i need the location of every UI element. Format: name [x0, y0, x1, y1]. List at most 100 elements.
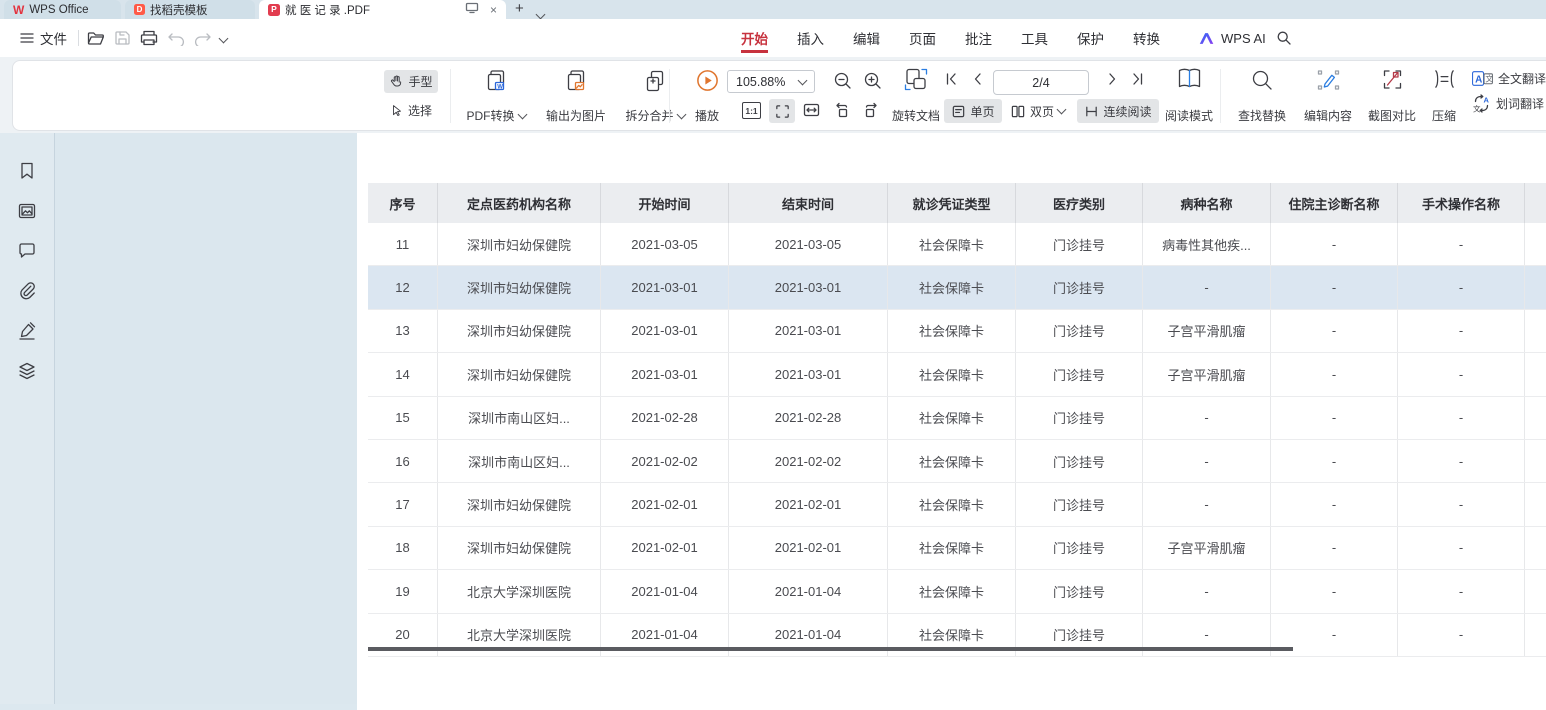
attachments-panel-button[interactable] — [17, 281, 37, 301]
rotate-right-button[interactable] — [861, 101, 880, 124]
bookmarks-panel-button[interactable] — [17, 161, 37, 181]
table-row[interactable]: 11深圳市妇幼保健院2021-03-052021-03-05社会保障卡门诊挂号病… — [368, 223, 1546, 266]
tab-docer[interactable]: D 找稻壳模板 — [125, 0, 255, 19]
table-cell: 2021-02-28 — [601, 397, 729, 439]
menu-6[interactable]: 保护 — [1077, 19, 1104, 57]
wps-ai-button[interactable]: WPS AI — [1198, 19, 1266, 57]
book-icon — [1176, 66, 1203, 91]
export-image-button[interactable]: 输出为图片 — [536, 68, 616, 124]
full-translate-button[interactable]: A 文 全文翻译 — [1471, 69, 1546, 88]
table-row[interactable]: 16深圳市南山区妇...2021-02-022021-02-02社会保障卡门诊挂… — [368, 440, 1546, 483]
table-cell: 16 — [368, 440, 438, 482]
table-cell: 深圳市妇幼保健院 — [438, 266, 601, 308]
present-to-screen-icon[interactable] — [465, 2, 479, 17]
rotate-left-button[interactable] — [833, 101, 852, 124]
pdf-page[interactable]: 序号定点医药机构名称开始时间结束时间就诊凭证类型医疗类别病种名称住院主诊断名称手… — [357, 133, 1546, 710]
layers-icon — [17, 361, 37, 381]
play-icon — [695, 68, 720, 93]
edit-content-button[interactable]: 编辑内容 — [1295, 68, 1361, 124]
search-menu-button[interactable] — [1276, 19, 1292, 57]
comments-panel-button[interactable] — [17, 241, 37, 261]
comment-icon — [17, 241, 37, 260]
table-cell — [1525, 223, 1546, 265]
menu-3[interactable]: 页面 — [909, 19, 936, 57]
folder-open-icon — [86, 29, 106, 47]
rotate-document-button[interactable]: 旋转文档 — [881, 66, 951, 124]
table-row[interactable]: 17深圳市妇幼保健院2021-02-012021-02-01社会保障卡门诊挂号-… — [368, 483, 1546, 526]
undo-button[interactable] — [167, 19, 186, 57]
table-row[interactable]: 18深圳市妇幼保健院2021-02-012021-02-01社会保障卡门诊挂号子… — [368, 527, 1546, 570]
table-row[interactable]: 15深圳市南山区妇...2021-02-282021-02-28社会保障卡门诊挂… — [368, 397, 1546, 440]
rotate-left-icon — [833, 101, 852, 119]
fit-page-button[interactable] — [802, 101, 821, 124]
table-row[interactable]: 13深圳市妇幼保健院2021-03-012021-03-01社会保障卡门诊挂号子… — [368, 310, 1546, 353]
continuous-read-button[interactable]: 连续阅读 — [1077, 99, 1159, 123]
read-mode-button[interactable]: 阅读模式 — [1151, 66, 1227, 124]
table-cell: 2021-03-05 — [729, 223, 888, 265]
page-number-input[interactable]: 2/4 — [993, 70, 1089, 95]
table-cell: 深圳市妇幼保健院 — [438, 483, 601, 525]
pdf-convert-icon: W — [483, 68, 509, 94]
save-button[interactable] — [113, 19, 132, 57]
compress-button[interactable]: 压缩 — [1421, 68, 1467, 124]
menu-5[interactable]: 工具 — [1021, 19, 1048, 57]
zoom-in-button[interactable] — [863, 71, 883, 96]
table-bottom-edge — [368, 647, 1293, 651]
table-cell — [1525, 397, 1546, 439]
tab-wps-office[interactable]: W WPS Office — [4, 0, 121, 19]
menu-1[interactable]: 插入 — [797, 19, 824, 57]
menu-4[interactable]: 批注 — [965, 19, 992, 57]
table-row[interactable]: 19北京大学深圳医院2021-01-042021-01-04社会保障卡门诊挂号-… — [368, 570, 1546, 613]
menu-7[interactable]: 转换 — [1133, 19, 1160, 57]
print-button[interactable] — [139, 19, 159, 57]
menu-bar: 文件 开始插入编辑页面批注工具保护转换 WPS AI — [0, 19, 1546, 57]
file-menu[interactable]: 文件 — [20, 19, 67, 57]
quick-access-chevron-icon[interactable] — [220, 19, 227, 57]
column-header: 医疗类别 — [1016, 183, 1143, 223]
table-cell: 2021-01-04 — [729, 570, 888, 612]
zoom-level-select[interactable]: 105.88% — [727, 70, 815, 93]
new-tab-button[interactable]: + — [515, 0, 524, 17]
pdf-convert-button[interactable]: W PDF转换 — [456, 68, 536, 124]
medical-records-table: 序号定点医药机构名称开始时间结束时间就诊凭证类型医疗类别病种名称住院主诊断名称手… — [368, 183, 1546, 657]
table-cell: 2021-02-01 — [729, 483, 888, 525]
column-header: 就诊凭证类型 — [888, 183, 1016, 223]
table-cell: 北京大学深圳医院 — [438, 570, 601, 612]
menu-0[interactable]: 开始 — [741, 19, 768, 57]
wps-logo-icon: W — [13, 4, 24, 16]
single-page-button[interactable]: 单页 — [944, 99, 1002, 123]
double-page-button[interactable]: 双页 — [1010, 99, 1065, 123]
pdf-file-icon: P — [268, 4, 280, 16]
table-row[interactable]: 14深圳市妇幼保健院2021-03-012021-03-01社会保障卡门诊挂号子… — [368, 353, 1546, 396]
redo-button[interactable] — [193, 19, 212, 57]
menu-2[interactable]: 编辑 — [853, 19, 880, 57]
signature-panel-button[interactable] — [17, 321, 37, 341]
word-translate-icon: A 文 — [1471, 94, 1492, 113]
table-cell: 门诊挂号 — [1016, 440, 1143, 482]
thumbnails-panel-button[interactable] — [17, 201, 37, 221]
find-replace-button[interactable]: 查找替换 — [1229, 68, 1295, 124]
tab-document[interactable]: P 就 医 记 录 .PDF × — [259, 0, 506, 19]
fit-width-button[interactable] — [769, 99, 795, 123]
last-page-button[interactable] — [1131, 72, 1145, 91]
select-tool-button[interactable]: 选择 — [384, 99, 438, 122]
layers-panel-button[interactable] — [17, 361, 37, 381]
word-translate-button[interactable]: A 文 划词翻译 — [1471, 94, 1546, 113]
previous-page-button[interactable] — [971, 72, 985, 91]
actual-size-button[interactable]: 1:1 — [742, 102, 761, 119]
wps-ai-logo-icon — [1198, 31, 1216, 46]
zoom-out-button[interactable] — [833, 71, 853, 96]
table-cell: 门诊挂号 — [1016, 483, 1143, 525]
table-row[interactable]: 12深圳市妇幼保健院2021-03-012021-03-01社会保障卡门诊挂号-… — [368, 266, 1546, 309]
close-tab-icon[interactable]: × — [490, 3, 497, 17]
hand-tool-button[interactable]: 手型 — [384, 70, 438, 93]
screenshot-compare-button[interactable]: 截图对比 — [1361, 68, 1423, 124]
chevron-right-icon — [1105, 72, 1119, 86]
first-page-icon — [944, 72, 958, 86]
table-cell — [1525, 527, 1546, 569]
open-file-button[interactable] — [86, 19, 106, 57]
next-page-button[interactable] — [1105, 72, 1119, 91]
tab-label: 就 医 记 录 .PDF — [285, 2, 370, 18]
first-page-button[interactable] — [944, 72, 958, 91]
document-canvas[interactable]: 序号定点医药机构名称开始时间结束时间就诊凭证类型医疗类别病种名称住院主诊断名称手… — [55, 133, 1546, 704]
